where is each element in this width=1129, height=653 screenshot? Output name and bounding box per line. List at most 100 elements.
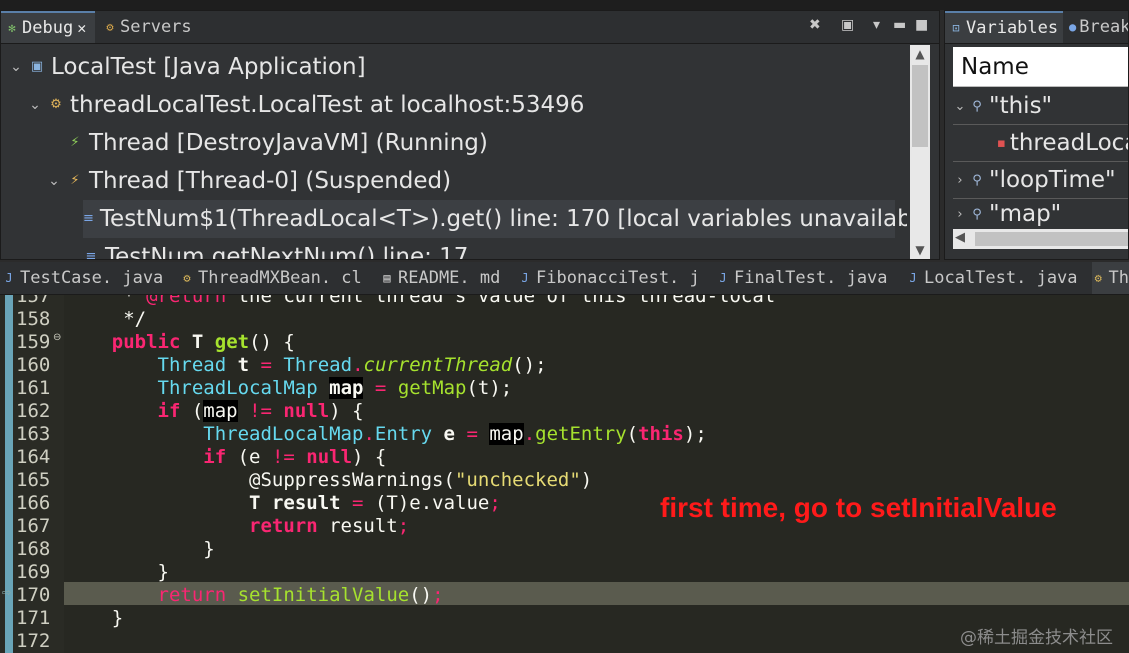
tab-debug-label: Debug xyxy=(22,18,74,38)
tree-item-target[interactable]: ⌄ ⚙ threadLocalTest.LocalTest at localho… xyxy=(28,86,584,124)
line-number: 157 xyxy=(16,295,51,307)
name-column-header[interactable]: Name xyxy=(953,47,1128,87)
code-line: Thread t = Thread.currentThread(); xyxy=(157,354,547,376)
tree-item-label: Thread [Thread-0] (Suspended) xyxy=(89,168,452,194)
java-file-icon: J xyxy=(521,271,529,285)
chevron-right-icon[interactable]: › xyxy=(953,207,967,222)
annotation-text: first time, go to setInitialValue xyxy=(660,492,1057,523)
debug-view-tabbar: ✻ Debug ✕ ⚙ Servers ✖ ▣ ▾ ▬ ■ xyxy=(1,11,939,44)
class-file-icon: ⚙ xyxy=(183,271,191,285)
variables-icon: ⊡ xyxy=(952,21,960,35)
tree-item-launch[interactable]: ⌄ ▣ LocalTest [Java Application] xyxy=(9,48,365,86)
java-app-icon: ▣ xyxy=(30,59,44,74)
line-number: 162 xyxy=(16,400,51,422)
line-number: 172 xyxy=(16,630,51,652)
new-view-icon[interactable]: ▣ xyxy=(841,17,854,33)
scrollbar-thumb[interactable] xyxy=(912,65,928,147)
tab-variables-label: Variables xyxy=(966,18,1059,38)
java-file-icon: J xyxy=(909,271,917,285)
editor-tab-label: FinalTest. java xyxy=(734,268,888,288)
editor-tab-active[interactable]: ⚙ Th xyxy=(1092,262,1129,294)
code-line: */ xyxy=(66,308,147,330)
tree-item-label: TestNum.getNextNum() line: 17 xyxy=(105,244,469,259)
instruction-pointer-icon: ⇨ xyxy=(2,586,12,599)
servers-icon: ⚙ xyxy=(106,20,114,34)
editor-tab[interactable]: ⚙ ThreadMXBean. cl xyxy=(180,262,362,294)
editor-tab[interactable]: J FinalTest. java xyxy=(716,262,888,294)
remove-terminated-icon[interactable]: ✖ xyxy=(809,17,821,33)
editor-tab-label: Th xyxy=(1108,268,1129,288)
chevron-down-icon[interactable]: ⌄ xyxy=(9,59,23,75)
chevron-right-icon[interactable]: › xyxy=(953,173,967,188)
chevron-down-icon[interactable]: ⌄ xyxy=(47,173,61,189)
tab-debug[interactable]: ✻ Debug ✕ xyxy=(1,11,95,43)
editor-tab-label: TestCase. java xyxy=(20,268,164,288)
variable-row[interactable]: › ⚲ "loopTime" xyxy=(953,162,1128,199)
editor-tab-label: LocalTest. java xyxy=(924,268,1078,288)
line-number: 167 xyxy=(16,515,51,537)
variable-row[interactable]: ▪ threadLocal xyxy=(953,125,1128,162)
breakpoints-icon: ● xyxy=(1069,20,1077,34)
editor-tabbar: J TestCase. java ⚙ ThreadMXBean. cl ▤ RE… xyxy=(0,262,1129,295)
line-number: 164 xyxy=(16,446,51,468)
code-line: @SuppressWarnings("unchecked") xyxy=(249,469,593,491)
tree-item-stack-frame[interactable]: ≡ TestNum.getNextNum() line: 17 xyxy=(83,238,469,259)
code-line: if (e != null) { xyxy=(203,446,387,468)
variable-name: "this" xyxy=(989,93,1053,119)
variable-row[interactable]: ⌄ ⚲ "this" xyxy=(953,88,1128,125)
editor-tab[interactable]: J TestCase. java xyxy=(2,262,163,294)
line-number: 160 xyxy=(16,354,51,376)
debug-view: ✻ Debug ✕ ⚙ Servers ✖ ▣ ▾ ▬ ■ ⌄ ▣ LocalT… xyxy=(0,10,940,260)
class-file-icon: ⚙ xyxy=(1094,271,1102,285)
scrollbar-thumb[interactable] xyxy=(975,232,1128,246)
tree-item-thread-suspended[interactable]: ⌄ ⚡ Thread [Thread-0] (Suspended) xyxy=(47,162,451,200)
chevron-down-icon[interactable]: ⌄ xyxy=(28,97,42,113)
chevron-left-icon[interactable]: ◀ xyxy=(955,230,965,245)
code-line: } xyxy=(203,538,215,560)
line-number: 165 xyxy=(16,469,51,491)
tree-item-thread-running[interactable]: ⚡ Thread [DestroyJavaVM] (Running) xyxy=(47,124,487,162)
window-top-strip xyxy=(0,0,1129,10)
code-line: if (map != null) { xyxy=(157,400,364,422)
editor-tab-label: README. md xyxy=(398,268,501,288)
code-editor[interactable]: ⊖ ⇨ 157 158 159 160 161 162 163 164 165 … xyxy=(0,295,1129,653)
minimize-icon[interactable]: ▬ xyxy=(893,17,906,33)
debug-tree: ⌄ ▣ LocalTest [Java Application] ⌄ ⚙ thr… xyxy=(1,44,907,259)
field-icon: ⚲ xyxy=(972,206,982,222)
tree-item-stack-frame[interactable]: ≡ TestNum$1(ThreadLocal<T>).get() line: … xyxy=(83,200,907,238)
variable-row[interactable]: › ⚲ "map" xyxy=(953,199,1128,229)
line-number: 166 xyxy=(16,492,51,514)
tab-servers[interactable]: ⚙ Servers xyxy=(99,11,199,43)
editor-tab-label: FibonacciTest. j xyxy=(536,268,700,288)
tree-item-label: threadLocalTest.LocalTest at localhost:5… xyxy=(70,92,585,118)
variables-hscrollbar[interactable]: ◀ xyxy=(953,229,1128,249)
line-number: 169 xyxy=(16,561,51,583)
field-icon: ⚲ xyxy=(972,98,982,114)
watermark: @稀土掘金技术社区 xyxy=(960,628,1113,648)
line-number: 171 xyxy=(16,607,51,629)
editor-tab[interactable]: J FibonacciTest. j xyxy=(518,262,700,294)
view-menu-icon[interactable]: ▾ xyxy=(873,17,880,33)
stack-frame-icon: ≡ xyxy=(85,249,97,259)
code-line-current: return setInitialValue(); xyxy=(157,584,444,606)
variable-name: "loopTime" xyxy=(989,167,1116,193)
change-ruler xyxy=(5,295,13,653)
editor-tab-label: ThreadMXBean. cl xyxy=(198,268,362,288)
editor-tab[interactable]: J LocalTest. java xyxy=(906,262,1078,294)
debug-tree-scrollbar[interactable]: ▲ ▼ xyxy=(910,45,930,259)
line-number: 163 xyxy=(16,423,51,445)
chevron-down-icon[interactable]: ▼ xyxy=(910,243,930,257)
chevron-down-icon[interactable]: ⌄ xyxy=(953,99,967,114)
code-line: public T get() { xyxy=(111,331,295,353)
maximize-icon[interactable]: ■ xyxy=(915,17,928,33)
variable-name: "map" xyxy=(989,201,1062,227)
code-line: ThreadLocalMap.Entry e = map.getEntry(th… xyxy=(203,423,707,445)
tab-variables[interactable]: ⊡ Variables xyxy=(945,11,1063,43)
code-line: ThreadLocalMap map = getMap(t); xyxy=(157,377,513,399)
editor-tab[interactable]: ▤ README. md xyxy=(380,262,500,294)
chevron-up-icon[interactable]: ▲ xyxy=(910,47,930,61)
close-icon[interactable]: ✕ xyxy=(77,19,86,37)
line-number: 170 xyxy=(16,584,51,606)
java-file-icon: J xyxy=(719,271,727,285)
tab-breakpoints[interactable]: ● Breakpoints xyxy=(1065,11,1128,43)
